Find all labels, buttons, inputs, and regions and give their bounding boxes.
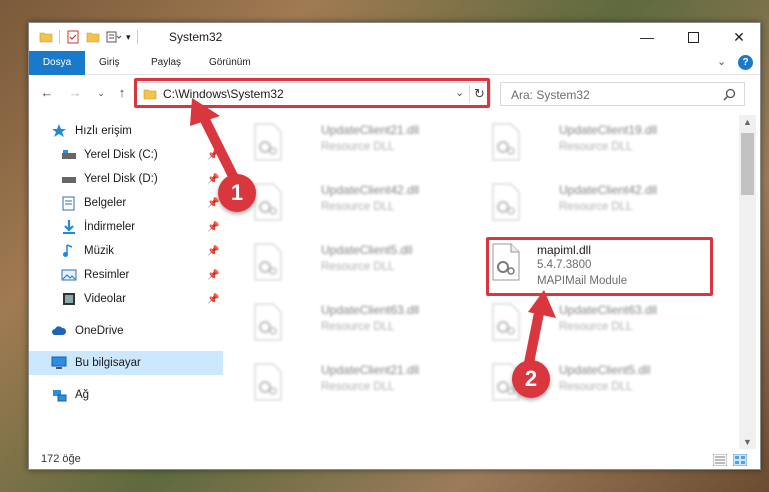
arrow-1 xyxy=(190,98,243,191)
step-badge-1: 1 xyxy=(218,174,256,212)
step-badge-2: 2 xyxy=(512,360,550,398)
arrow-2 xyxy=(523,290,556,373)
annotation-arrows xyxy=(190,98,556,373)
